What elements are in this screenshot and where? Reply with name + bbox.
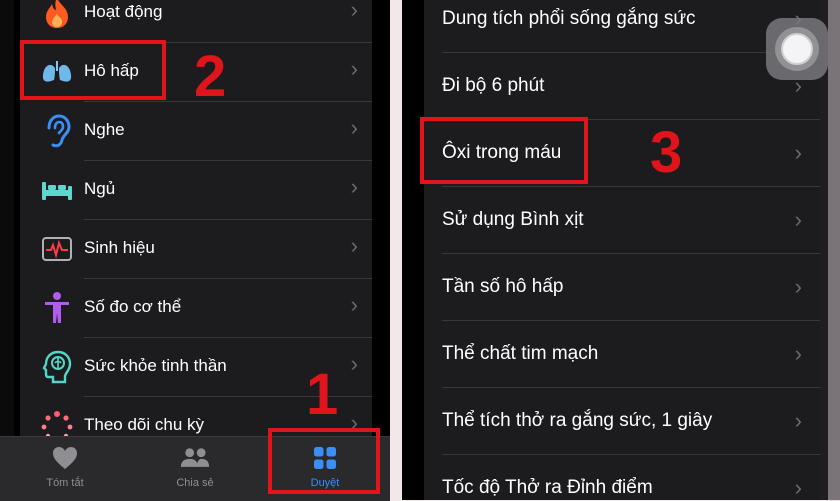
- chevron-right-icon: ›: [794, 475, 802, 500]
- tab-summary[interactable]: Tóm tắt: [10, 443, 120, 497]
- person-figure-icon: [40, 291, 74, 325]
- assistive-touch-dot: [781, 33, 813, 65]
- category-label: Theo dõi chu kỳ: [84, 415, 205, 434]
- category-hearing[interactable]: Nghe ›: [20, 102, 372, 161]
- category-label: Nghe: [84, 120, 125, 139]
- bed-icon: [40, 173, 74, 207]
- category-label: Hoạt động: [84, 2, 163, 21]
- category-body-measurements[interactable]: Số đo cơ thể ›: [20, 279, 372, 338]
- phone-bezel: [0, 0, 14, 500]
- chevron-right-icon: ›: [794, 207, 802, 232]
- category-sleep[interactable]: Ngủ ›: [20, 161, 372, 220]
- chevron-right-icon: ›: [350, 0, 358, 22]
- metric-label: Dung tích phổi sống gắng sức: [442, 8, 696, 29]
- category-label: Số đo cơ thể: [84, 297, 182, 316]
- metric-row[interactable]: Đi bộ 6 phút ›: [424, 53, 820, 120]
- respiratory-metrics-list: Dung tích phổi sống gắng sức › Đi bộ 6 p…: [424, 0, 820, 500]
- step-number-1: 1: [306, 362, 339, 427]
- vitals-icon: [40, 232, 74, 266]
- metric-label: Tần số hô hấp: [442, 276, 564, 297]
- chevron-right-icon: ›: [350, 351, 358, 376]
- assistive-touch-button[interactable]: [766, 18, 828, 80]
- flame-icon: [40, 0, 74, 30]
- tab-label: Tóm tắt: [46, 477, 84, 489]
- category-label: Sinh hiệu: [84, 238, 155, 257]
- people-icon: [180, 445, 210, 471]
- highlight-box-browse-tab: [268, 428, 380, 494]
- metric-row[interactable]: Thể tích thở ra gắng sức, 1 giây ›: [424, 388, 820, 455]
- chevron-right-icon: ›: [350, 174, 358, 199]
- chevron-right-icon: ›: [794, 274, 802, 299]
- metric-label: Đi bộ 6 phút: [442, 75, 545, 96]
- highlight-box-respiratory: [20, 40, 166, 100]
- chevron-right-icon: ›: [350, 233, 358, 258]
- heart-icon: [50, 445, 80, 471]
- ear-icon: [40, 114, 74, 148]
- metric-row[interactable]: Tốc độ Thở ra Đỉnh điểm ›: [424, 455, 820, 500]
- metric-row[interactable]: Tần số hô hấp ›: [424, 254, 820, 321]
- metric-label: Thể tích thở ra gắng sức, 1 giây: [442, 410, 713, 431]
- step-number-3: 3: [650, 120, 683, 185]
- chevron-right-icon: ›: [794, 408, 802, 433]
- highlight-box-blood-oxygen: [420, 117, 588, 184]
- metric-label: Thể chất tim mạch: [442, 343, 599, 364]
- step-number-2: 2: [194, 44, 227, 109]
- metric-row[interactable]: Thể chất tim mạch ›: [424, 321, 820, 388]
- chevron-right-icon: ›: [794, 140, 802, 165]
- metric-row[interactable]: Sử dụng Bình xịt ›: [424, 187, 820, 254]
- category-activity[interactable]: Hoạt động ›: [20, 0, 372, 43]
- category-vitals[interactable]: Sinh hiệu ›: [20, 220, 372, 279]
- cycle-tracking-icon: [40, 409, 74, 438]
- category-label: Ngủ: [84, 179, 116, 198]
- metric-row[interactable]: Dung tích phổi sống gắng sức ›: [424, 0, 820, 53]
- chevron-right-icon: ›: [350, 56, 358, 81]
- metric-label: Sử dụng Bình xịt: [442, 209, 584, 230]
- metric-label: Tốc độ Thở ra Đỉnh điểm: [442, 477, 653, 498]
- chevron-right-icon: ›: [350, 115, 358, 140]
- category-label: Sức khỏe tinh thần: [84, 356, 227, 375]
- chevron-right-icon: ›: [350, 292, 358, 317]
- chevron-right-icon: ›: [794, 341, 802, 366]
- head-brain-icon: [40, 350, 74, 384]
- tab-label: Chia sẻ: [176, 477, 214, 489]
- tab-sharing[interactable]: Chia sẻ: [140, 443, 250, 497]
